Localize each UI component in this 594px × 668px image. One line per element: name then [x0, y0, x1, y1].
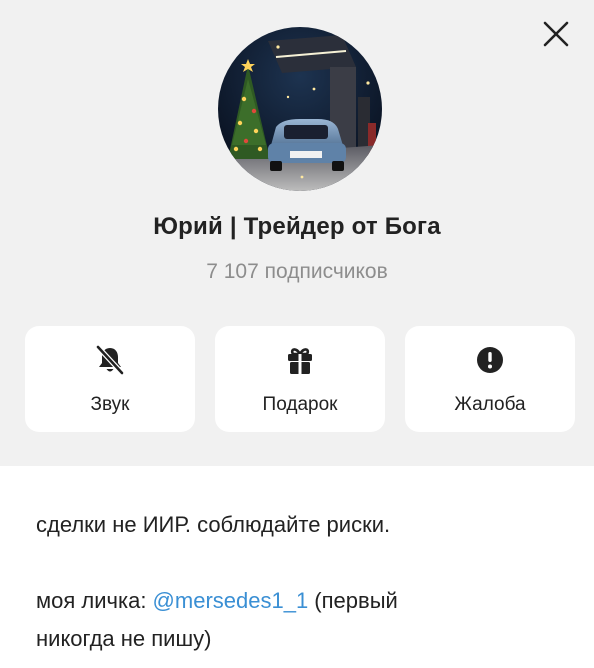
gift-icon — [284, 344, 316, 376]
profile-header: Юрий | Трейдер от Бога 7 107 подписчиков… — [0, 0, 594, 466]
channel-name: Юрий | Трейдер от Бога — [153, 213, 441, 240]
contact-suffix: (первый — [308, 588, 398, 613]
channel-description: сделки не ИИР. соблюдайте риски. моя лич… — [36, 506, 566, 658]
exclamation-circle-icon — [474, 344, 506, 376]
sound-button[interactable]: Звук — [25, 326, 195, 432]
username-link[interactable]: @mersedes1_1 — [153, 588, 309, 613]
avatar-image — [218, 27, 382, 191]
gift-button[interactable]: Подарок — [215, 326, 385, 432]
report-button-label: Жалоба — [454, 394, 526, 415]
close-icon — [543, 21, 569, 47]
subscriber-count: 7 107 подписчиков — [206, 260, 388, 283]
gift-button-label: Подарок — [262, 394, 338, 415]
description-contact-line: моя личка: @mersedes1_1 (первый — [36, 582, 566, 620]
sound-button-label: Звук — [90, 394, 130, 415]
channel-avatar[interactable] — [218, 27, 382, 191]
description-line: никогда не пишу) — [36, 626, 212, 651]
close-button[interactable] — [536, 14, 576, 54]
report-button[interactable]: Жалоба — [405, 326, 575, 432]
contact-prefix: моя личка: — [36, 588, 153, 613]
bell-off-icon — [94, 344, 126, 376]
description-line: сделки не ИИР. соблюдайте риски. — [36, 512, 391, 537]
